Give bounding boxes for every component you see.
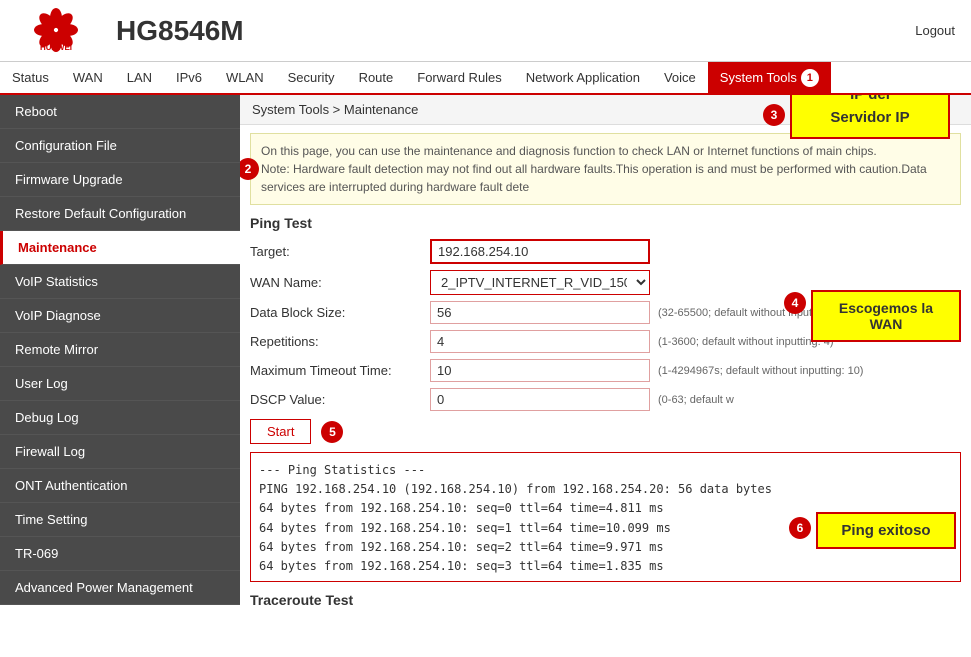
start-row: Start 5 [250, 419, 961, 444]
sidebar-item-maintenance[interactable]: Maintenance [0, 231, 240, 265]
callout-ping-exitoso: Ping exitoso [816, 512, 956, 549]
annotation-5: 5 [321, 421, 343, 443]
input-timeout[interactable] [430, 359, 650, 382]
header: HUAWEI HG8546M Logout [0, 0, 971, 62]
annotation-4: 4 [784, 292, 806, 314]
sidebar-item-firmware-upgrade[interactable]: Firmware Upgrade [0, 163, 240, 197]
label-timeout: Maximum Timeout Time: [250, 363, 430, 378]
callout-ip-servidor: IP delServidor IP [790, 95, 950, 139]
svg-text:HUAWEI: HUAWEI [40, 43, 72, 52]
nav-bar: Status WAN LAN IPv6 WLAN Security Route … [0, 62, 971, 95]
sidebar-item-reboot[interactable]: Reboot [0, 95, 240, 129]
main-layout: Reboot Configuration File Firmware Upgra… [0, 95, 971, 605]
input-dscp[interactable] [430, 388, 650, 411]
logout-button[interactable]: Logout [915, 23, 955, 38]
nav-item-voice[interactable]: Voice [652, 62, 708, 93]
nav-item-wlan[interactable]: WLAN [214, 62, 276, 93]
ping-output-area: --- Ping Statistics --- PING 192.168.254… [250, 452, 961, 582]
sidebar-item-debug-log[interactable]: Debug Log [0, 401, 240, 435]
device-name: HG8546M [116, 15, 244, 47]
label-target: Target: [250, 244, 430, 259]
sidebar-item-voip-diagnose[interactable]: VoIP Diagnose [0, 299, 240, 333]
nav-item-lan[interactable]: LAN [115, 62, 164, 93]
label-datablock: Data Block Size: [250, 305, 430, 320]
sidebar-item-voip-statistics[interactable]: VoIP Statistics [0, 265, 240, 299]
nav-item-security[interactable]: Security [276, 62, 347, 93]
nav-item-system-tools[interactable]: System Tools 1 [708, 62, 831, 93]
note-dscp: (0-63; default w [658, 394, 734, 406]
callout-wan: Escogemos laWAN [811, 290, 961, 342]
label-dscp: DSCP Value: [250, 392, 430, 407]
info-text-2: Note: Hardware fault detection may not f… [261, 162, 927, 194]
info-box: On this page, you can use the maintenanc… [250, 133, 961, 205]
nav-item-wan[interactable]: WAN [61, 62, 115, 93]
input-datablock[interactable] [430, 301, 650, 324]
note-timeout: (1-4294967s; default without inputting: … [658, 365, 863, 377]
input-repetitions[interactable] [430, 330, 650, 353]
form-row-wan: WAN Name: 2_IPTV_INTERNET_R_VID_1504 Esc… [250, 270, 961, 295]
sidebar-item-ont-authentication[interactable]: ONT Authentication [0, 469, 240, 503]
sidebar-item-user-log[interactable]: User Log [0, 367, 240, 401]
sidebar-item-firewall-log[interactable]: Firewall Log [0, 435, 240, 469]
input-target[interactable] [430, 239, 650, 264]
form-row-dscp: DSCP Value: (0-63; default w [250, 388, 961, 411]
traceroute-title: Traceroute Test [250, 592, 961, 605]
start-button[interactable]: Start [250, 419, 311, 444]
nav-item-network-application[interactable]: Network Application [514, 62, 652, 93]
nav-item-forward-rules[interactable]: Forward Rules [405, 62, 514, 93]
sidebar-item-restore-default[interactable]: Restore Default Configuration [0, 197, 240, 231]
annotation-2: 2 [240, 158, 259, 180]
note-repetitions: (1-3600; default without inputting: 4) [658, 336, 834, 348]
nav-item-status[interactable]: Status [0, 62, 61, 93]
content-area: System Tools > Maintenance On this page,… [240, 95, 971, 605]
form-row-target: Target: [250, 239, 961, 264]
select-wan[interactable]: 2_IPTV_INTERNET_R_VID_1504 [430, 270, 650, 295]
label-repetitions: Repetitions: [250, 334, 430, 349]
sidebar-item-advanced-power[interactable]: Advanced Power Management [0, 571, 240, 605]
ping-test-title: Ping Test [250, 215, 961, 231]
sidebar-item-tr-069[interactable]: TR-069 [0, 537, 240, 571]
sidebar-item-time-setting[interactable]: Time Setting [0, 503, 240, 537]
nav-badge: 1 [801, 69, 819, 87]
nav-item-route[interactable]: Route [347, 62, 406, 93]
traceroute-section: Traceroute Test Target: [250, 592, 961, 605]
form-row-timeout: Maximum Timeout Time: (1-4294967s; defau… [250, 359, 961, 382]
annotation-3: 3 [763, 104, 785, 126]
annotation-6: 6 [789, 517, 811, 539]
nav-item-ipv6[interactable]: IPv6 [164, 62, 214, 93]
huawei-logo-icon: HUAWEI [26, 8, 86, 53]
nav-system-tools-label: System Tools [720, 70, 797, 85]
logo-area: HUAWEI [16, 8, 96, 53]
sidebar-item-configuration-file[interactable]: Configuration File [0, 129, 240, 163]
info-text-1: On this page, you can use the maintenanc… [261, 144, 877, 158]
sidebar: Reboot Configuration File Firmware Upgra… [0, 95, 240, 605]
label-wan: WAN Name: [250, 275, 430, 290]
sidebar-item-remote-mirror[interactable]: Remote Mirror [0, 333, 240, 367]
ping-test-section: Ping Test Target: WAN Name: 2_IPTV_INTER… [250, 215, 961, 582]
